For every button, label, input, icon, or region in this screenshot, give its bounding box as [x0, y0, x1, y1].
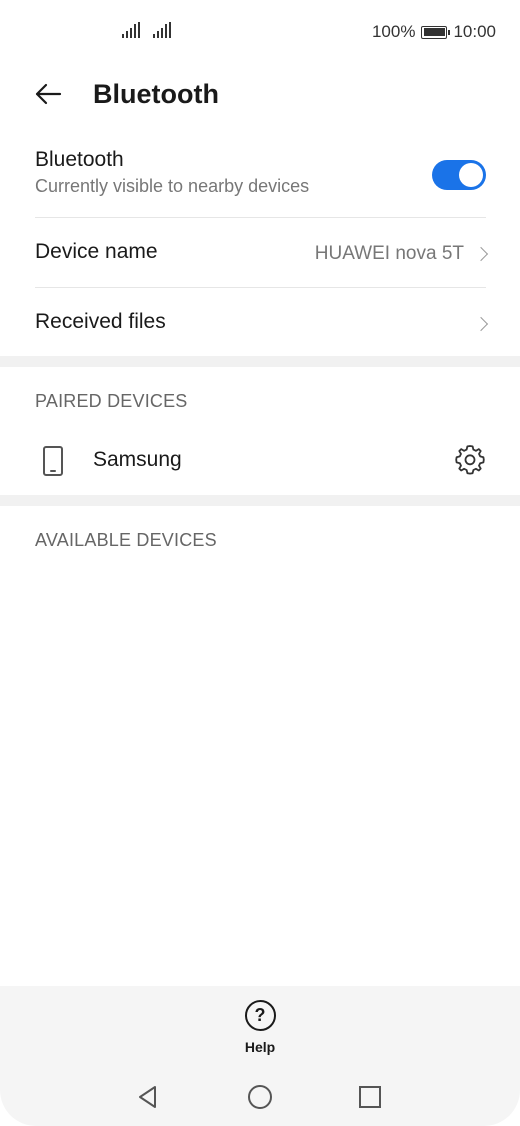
square-recents-icon	[359, 1086, 381, 1108]
phone-icon	[43, 446, 63, 476]
nav-back-button[interactable]	[133, 1082, 163, 1112]
received-files-row[interactable]: Received files	[35, 310, 489, 338]
divider	[35, 287, 486, 288]
bluetooth-toggle-row[interactable]: Bluetooth Currently visible to nearby de…	[35, 148, 486, 210]
arrow-left-icon	[35, 83, 62, 105]
paired-devices-header: PAIRED DEVICES	[35, 391, 188, 411]
chevron-right-icon	[473, 246, 489, 262]
back-button[interactable]	[30, 76, 66, 112]
status-right: 100% 10:00	[372, 22, 496, 42]
divider	[35, 217, 486, 218]
help-label: Help	[244, 1039, 276, 1055]
circle-home-icon	[248, 1085, 272, 1109]
battery-icon	[421, 25, 451, 39]
clock: 10:00	[453, 22, 496, 41]
chevron-right-icon	[473, 316, 489, 332]
available-devices-header: AVAILABLE DEVICES	[35, 530, 217, 550]
paired-device-item[interactable]: Samsung	[35, 438, 486, 488]
triangle-back-icon	[139, 1086, 156, 1108]
section-separator	[0, 495, 520, 506]
gear-icon[interactable]	[454, 443, 486, 475]
paired-device-name: Samsung	[93, 448, 182, 471]
device-name-row[interactable]: Device name HUAWEI nova 5T	[35, 240, 489, 268]
battery-percent: 100%	[371, 22, 416, 41]
bluetooth-label: Bluetooth	[35, 148, 124, 171]
nav-recents-button[interactable]	[355, 1082, 385, 1112]
bluetooth-switch[interactable]	[432, 160, 486, 190]
received-files-label: Received files	[35, 310, 166, 333]
received-files-chevron-wrap	[473, 310, 489, 338]
device-name-value: HUAWEI nova 5T	[314, 243, 464, 264]
signal-strength-icon	[153, 22, 171, 38]
bottom-bar: ? Help	[0, 986, 520, 1126]
switch-knob	[459, 163, 483, 187]
page-title: Bluetooth	[93, 79, 219, 109]
device-name-value-wrap: HUAWEI nova 5T	[314, 240, 489, 268]
section-separator	[0, 356, 520, 367]
bluetooth-visibility-status: Currently visible to nearby devices	[35, 176, 310, 196]
status-bar: 100% 10:00	[0, 0, 520, 64]
signal-strength-icon	[122, 22, 140, 38]
app-header: Bluetooth	[0, 64, 520, 124]
question-mark-icon: ?	[244, 1000, 276, 1031]
help-button[interactable]: ? Help	[230, 1000, 290, 1060]
nav-home-button[interactable]	[245, 1082, 275, 1112]
